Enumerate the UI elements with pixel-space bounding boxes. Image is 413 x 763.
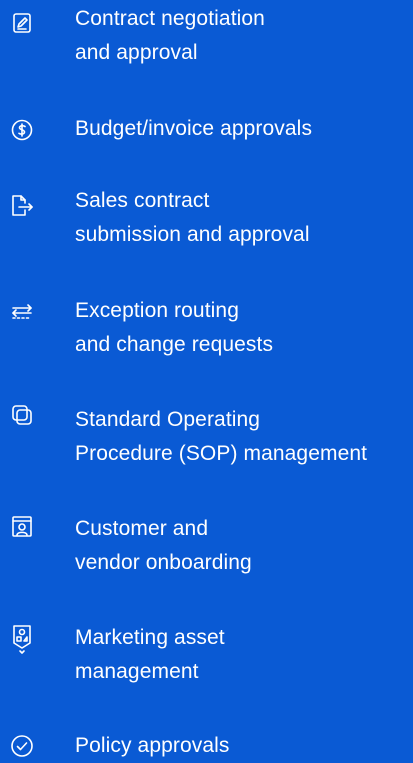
list-item-label: Exception routing — [75, 299, 239, 322]
routing-arrows-icon — [11, 300, 33, 326]
list-item-label: and change requests — [75, 333, 274, 356]
dollar-circle-icon — [11, 117, 33, 143]
pen-square-icon — [11, 10, 33, 36]
asset-tag-icon — [11, 623, 33, 654]
check-circle-icon — [11, 733, 33, 759]
list-item-label: Contract negotiation — [75, 7, 265, 30]
list-item-label: and approval — [75, 41, 198, 64]
list-item-label: submission and approval — [75, 223, 310, 246]
list-item-label: vendor onboarding — [75, 551, 252, 574]
stacked-squares-icon — [11, 404, 33, 430]
list-item-label: Budget/invoice approvals — [75, 117, 313, 140]
list-item-label: Sales contract — [75, 189, 210, 212]
list-item-label: Standard Operating — [75, 408, 261, 431]
list-item-label: Procedure (SOP) management — [75, 442, 368, 465]
list-item-label: Policy approvals — [75, 734, 230, 757]
list-item-label: Customer and — [75, 517, 209, 540]
list-item-label: Marketing asset — [75, 626, 225, 649]
document-arrow-icon — [11, 193, 33, 219]
feature-list: Contract negotiation and approval Budget… — [0, 0, 413, 761]
list-item-label: management — [75, 660, 199, 683]
vendor-card-icon — [11, 514, 33, 540]
